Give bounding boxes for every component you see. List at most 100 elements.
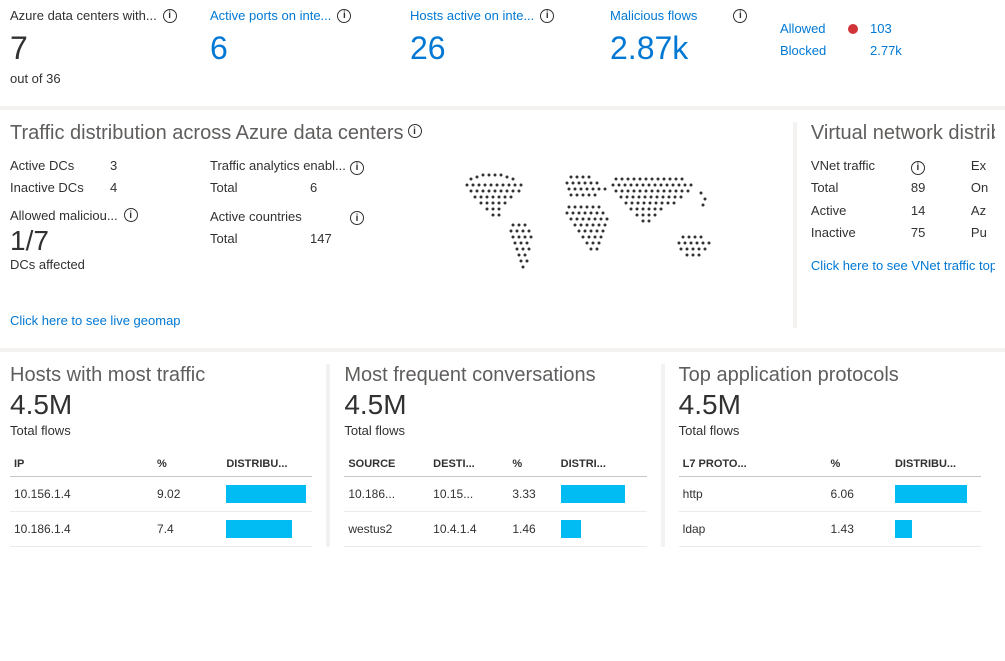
info-icon[interactable]: i	[163, 9, 177, 23]
total-value: 4.5M	[10, 389, 312, 421]
table-row[interactable]: 10.186... 10.15... 3.33	[344, 477, 646, 512]
protocols-table: L7 PROTO... % DISTRIBU... http 6.06 ldap…	[679, 452, 981, 547]
col-pct[interactable]: %	[508, 452, 556, 477]
inactive-dc-row: Inactive DCs 4	[10, 177, 210, 199]
value: 6	[310, 177, 350, 199]
panel-title-text: Traffic distribution across Azure data c…	[10, 122, 404, 145]
label: VNet traffic	[811, 155, 911, 177]
col-dist[interactable]: DISTRI...	[557, 452, 647, 477]
ip-cell: 10.156.1.4	[10, 477, 153, 512]
malicious-breakdown: Allowed 103 Blocked 2.77k	[780, 8, 920, 86]
dest-cell: 10.15...	[429, 477, 508, 512]
world-map-icon	[441, 159, 751, 299]
label: Inactive	[811, 222, 911, 244]
info-icon[interactable]: i	[408, 124, 422, 138]
label: Active	[811, 200, 911, 222]
vnet-col2: Ex On Az Pu	[951, 155, 995, 243]
total-value: 4.5M	[344, 389, 646, 421]
value: 147	[310, 228, 350, 250]
live-geomap-link[interactable]: Click here to see live geomap	[10, 313, 181, 328]
label: Allowed maliciou...	[10, 208, 118, 223]
metric-value[interactable]: 26	[410, 29, 600, 67]
metric-value[interactable]: 6	[210, 29, 400, 67]
table-row[interactable]: westus2 10.4.1.4 1.46	[344, 512, 646, 547]
panel-title-text: Virtual network distribu	[811, 122, 995, 145]
source-cell: westus2	[344, 512, 429, 547]
value: 4	[110, 177, 150, 199]
col-dest[interactable]: DESTI...	[429, 452, 508, 477]
dest-cell: 10.4.1.4	[429, 512, 508, 547]
ta-total-row: Total 6	[210, 177, 410, 199]
info-icon[interactable]: i	[350, 211, 364, 225]
panel-title: Traffic distribution across Azure data c…	[10, 122, 783, 145]
world-map	[410, 155, 783, 299]
col-ip[interactable]: IP	[10, 452, 153, 477]
total-label: Total flows	[10, 423, 312, 438]
metric-title[interactable]: Malicious flows i	[610, 8, 770, 23]
vnet-topology-link[interactable]: Click here to see VNet traffic topol	[811, 258, 995, 273]
pct-cell: 3.33	[508, 477, 556, 512]
metric-active-ports[interactable]: Active ports on inte... i 6	[210, 8, 410, 86]
metric-hosts-active[interactable]: Hosts active on inte... i 26	[410, 8, 610, 86]
metric-subtext: out of 36	[10, 71, 200, 86]
hosts-table: IP % DISTRIBU... 10.156.1.4 9.02 10.186.…	[10, 452, 312, 547]
allowed-row[interactable]: Allowed 103	[780, 18, 920, 40]
col-source[interactable]: SOURCE	[344, 452, 429, 477]
panel-title-text: Hosts with most traffic	[10, 364, 205, 387]
label: Traffic analytics enabl...	[210, 155, 350, 177]
cut-label: Ex	[971, 155, 986, 177]
panel-title-text: Top application protocols	[679, 364, 899, 387]
blocked-label: Blocked	[780, 40, 840, 62]
col-pct[interactable]: %	[153, 452, 222, 477]
info-icon[interactable]: i	[350, 161, 364, 175]
proto-cell: ldap	[679, 512, 827, 547]
countries-total-row: Total 147	[210, 228, 410, 250]
cut-label: On	[971, 177, 988, 199]
panel-title: Hosts with most traffic	[10, 364, 312, 387]
bar-fill	[895, 485, 967, 503]
blocked-value: 2.77k	[870, 40, 920, 62]
allowed-malicious-title: Allowed maliciou... i	[10, 208, 210, 223]
metrics-row: Azure data centers with... i 7 out of 36…	[0, 0, 1005, 86]
table-row[interactable]: http 6.06	[679, 477, 981, 512]
tables-row: Hosts with most traffic 4.5M Total flows…	[0, 352, 1005, 547]
info-icon[interactable]: i	[540, 9, 554, 23]
label: Active countries	[210, 206, 350, 228]
allowed-label: Allowed	[780, 18, 840, 40]
ip-cell: 10.186.1.4	[10, 512, 153, 547]
conversations-table: SOURCE DESTI... % DISTRI... 10.186... 10…	[344, 452, 646, 547]
table-row[interactable]: 10.156.1.4 9.02	[10, 477, 312, 512]
total-label: Total flows	[679, 423, 981, 438]
ta-enabled-row: Traffic analytics enabl... i	[210, 155, 410, 177]
label: Total	[210, 228, 310, 250]
metric-value: 7	[10, 29, 200, 67]
metric-title: Azure data centers with... i	[10, 8, 200, 23]
value: 75	[911, 222, 951, 244]
bar-fill	[226, 520, 292, 538]
hosts-traffic-panel: Hosts with most traffic 4.5M Total flows…	[10, 364, 326, 547]
metric-value[interactable]: 2.87k	[610, 29, 770, 67]
table-row[interactable]: ldap 1.43	[679, 512, 981, 547]
label: Inactive DCs	[10, 177, 110, 199]
vnet-inactive-row: Inactive 75	[811, 222, 951, 244]
allowed-value: 103	[870, 18, 920, 40]
col-proto[interactable]: L7 PROTO...	[679, 452, 827, 477]
metric-title[interactable]: Active ports on inte... i	[210, 8, 400, 23]
table-row[interactable]: 10.186.1.4 7.4	[10, 512, 312, 547]
col-pct[interactable]: %	[827, 452, 891, 477]
value: 89	[911, 177, 951, 199]
info-icon[interactable]: i	[911, 161, 925, 175]
ta-stats-col: Traffic analytics enabl... i Total 6 Act…	[210, 155, 410, 299]
metric-malicious-flows[interactable]: Malicious flows i 2.87k	[610, 8, 780, 86]
col-dist[interactable]: DISTRIBU...	[891, 452, 981, 477]
info-icon[interactable]: i	[124, 208, 138, 222]
metric-title[interactable]: Hosts active on inte... i	[410, 8, 600, 23]
col-dist[interactable]: DISTRIBU...	[222, 452, 312, 477]
info-icon[interactable]: i	[733, 9, 747, 23]
info-icon[interactable]: i	[337, 9, 351, 23]
label: Total	[210, 177, 310, 199]
metric-title-text: Azure data centers with...	[10, 8, 157, 23]
pct-cell: 1.43	[827, 512, 891, 547]
blocked-row[interactable]: Blocked 2.77k	[780, 40, 920, 62]
total-label: Total flows	[344, 423, 646, 438]
